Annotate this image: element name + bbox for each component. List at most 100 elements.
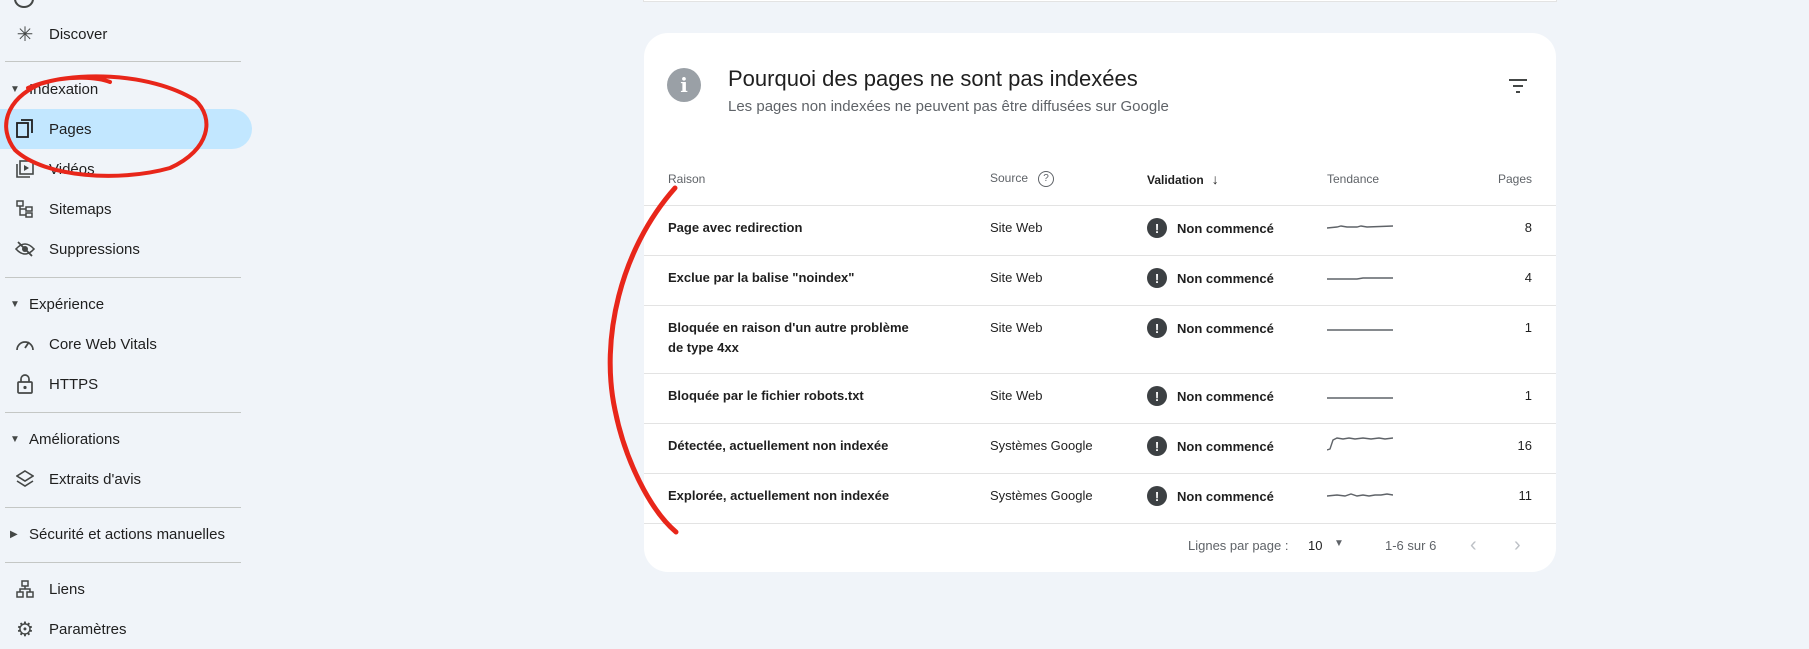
trend-sparkline [1327,329,1393,331]
row-reason: Explorée, actuellement non indexée [668,488,890,503]
card-title: Pourquoi des pages ne sont pas indexées [728,66,1138,91]
row-validation-status: ! Non commencé [1147,306,1327,338]
trend-sparkline [1327,397,1393,399]
sidebar-item-label: Liens [49,580,85,598]
row-validation-status: ! Non commencé [1147,424,1327,456]
sidebar-item-suppressions[interactable]: Suppressions [0,229,252,269]
sidebar-item-https[interactable]: HTTPS [0,364,252,404]
previous-page-icon[interactable]: ‹ [1470,534,1477,557]
sidebar-item-videos[interactable]: Vidéos [0,149,252,189]
alert-icon: ! [1147,318,1167,338]
column-header-source-label: Source [990,171,1029,186]
not-indexed-card: i Pourquoi des pages ne sont pas indexée… [644,33,1556,572]
row-validation-label: Non commencé [1177,438,1274,454]
sidebar-item-label: HTTPS [49,375,99,393]
alert-icon: ! [1147,486,1167,506]
column-header-tendance[interactable]: Tendance [1327,153,1437,206]
row-validation-status: ! Non commencé [1147,374,1327,406]
table-row[interactable]: Détectée, actuellement non indexée Systè… [644,423,1556,474]
row-pages-count: 1 [1524,388,1532,403]
row-source: Systèmes Google [990,438,1093,453]
sidebar-item-label: Core Web Vitals [49,335,157,353]
row-source: Site Web [990,220,1043,235]
row-validation-status: ! Non commencé [1147,256,1327,288]
column-header-source[interactable]: Source? [990,153,1147,206]
alert-icon: ! [1147,386,1167,406]
section-label: Améliorations [29,430,120,448]
column-header-validation-label: Validation [1147,173,1204,187]
sidebar-item-label: Suppressions [49,240,140,258]
asterisk-icon: ✳ [16,23,34,46]
row-validation-status: ! Non commencé [1147,474,1327,506]
row-source: Site Web [990,270,1043,285]
section-indexation[interactable]: ▼ Indexation [0,73,240,105]
layers-icon [14,468,36,490]
trend-sparkline [1327,277,1393,280]
rows-per-page-select[interactable]: 10 [1308,538,1322,553]
rows-per-page-label: Lignes par page : [1188,538,1289,553]
divider [5,507,241,508]
previous-card-edge [644,0,1556,1]
row-reason: Bloquée par le fichier robots.txt [668,388,864,403]
sidebar-item-discover[interactable]: ✳ Discover [0,14,252,54]
row-pages-count: 4 [1524,270,1532,285]
table-row[interactable]: Bloquée en raison d'un autre problème de… [644,305,1556,374]
sidebar-item-pages[interactable]: Pages [0,109,252,149]
sidebar-item-label: Extraits d'avis [49,470,142,488]
table-row[interactable]: Bloquée par le fichier robots.txt Site W… [644,373,1556,424]
speedometer-icon [14,333,36,355]
column-header-pages[interactable]: Pages [1437,153,1556,206]
trend-sparkline [1326,225,1394,229]
sidebar-item-core-web-vitals[interactable]: Core Web Vitals [0,324,252,364]
caret-down-icon: ▼ [10,83,20,95]
lock-icon [14,373,36,395]
row-validation-label: Non commencé [1177,320,1274,336]
help-icon[interactable]: ? [1038,171,1055,187]
next-page-icon[interactable]: › [1514,534,1521,557]
sidebar-item-sitemaps[interactable]: Sitemaps [0,189,252,229]
alert-icon: ! [1147,268,1167,288]
row-pages-count: 8 [1524,220,1532,235]
row-validation-status: ! Non commencé [1147,206,1327,238]
chevron-down-icon[interactable]: ▼ [1334,538,1344,549]
table-row[interactable]: Page avec redirection Site Web ! Non comm… [644,205,1556,256]
sidebar-item-liens[interactable]: Liens [0,569,252,609]
column-header-raison[interactable]: Raison [644,153,990,206]
row-source: Site Web [990,320,1043,335]
row-reason: Détectée, actuellement non indexée [668,438,889,453]
row-reason: Bloquée en raison d'un autre problème de… [668,320,909,355]
links-icon [14,578,36,600]
eye-off-icon [14,238,36,260]
section-label: Expérience [29,295,105,313]
sort-arrow-down-icon: ↓ [1211,171,1219,187]
section-label: Indexation [29,80,99,98]
caret-down-icon: ▼ [10,298,20,310]
section-ameliorations[interactable]: ▼ Améliorations [0,423,240,455]
alert-icon: ! [1147,218,1167,238]
sidebar-item-label: Sitemaps [49,200,112,218]
table-row[interactable]: Explorée, actuellement non indexée Systè… [644,473,1556,524]
section-experience[interactable]: ▼ Expérience [0,288,240,320]
section-securite[interactable]: ▶ Sécurité et actions manuelles [0,518,240,550]
sidebar-item-extraits-avis[interactable]: Extraits d'avis [0,459,252,499]
sidebar-item-label: Vidéos [49,160,95,178]
caret-right-icon: ▶ [10,528,18,540]
partial-icon [14,0,34,8]
column-header-validation[interactable]: Validation ↓ [1147,153,1327,206]
video-icon [14,158,36,180]
card-subtitle: Les pages non indexées ne peuvent pas êt… [728,98,1169,115]
info-icon: i [667,68,701,102]
sidebar-item-parametres[interactable]: ⚙ Paramètres [0,609,252,649]
row-pages-count: 11 [1518,488,1533,503]
table-row[interactable]: Exclue par la balise "noindex" Site Web … [644,255,1556,306]
filter-icon[interactable] [1507,77,1529,95]
pages-icon [14,118,36,140]
sitemap-icon [14,198,36,220]
row-pages-count: 1 [1524,320,1532,335]
row-validation-label: Non commencé [1177,388,1274,404]
sidebar-item-label: Paramètres [49,620,127,638]
trend-sparkline [1326,493,1394,497]
divider [5,277,241,278]
row-validation-label: Non commencé [1177,488,1274,504]
row-source: Site Web [990,388,1043,403]
